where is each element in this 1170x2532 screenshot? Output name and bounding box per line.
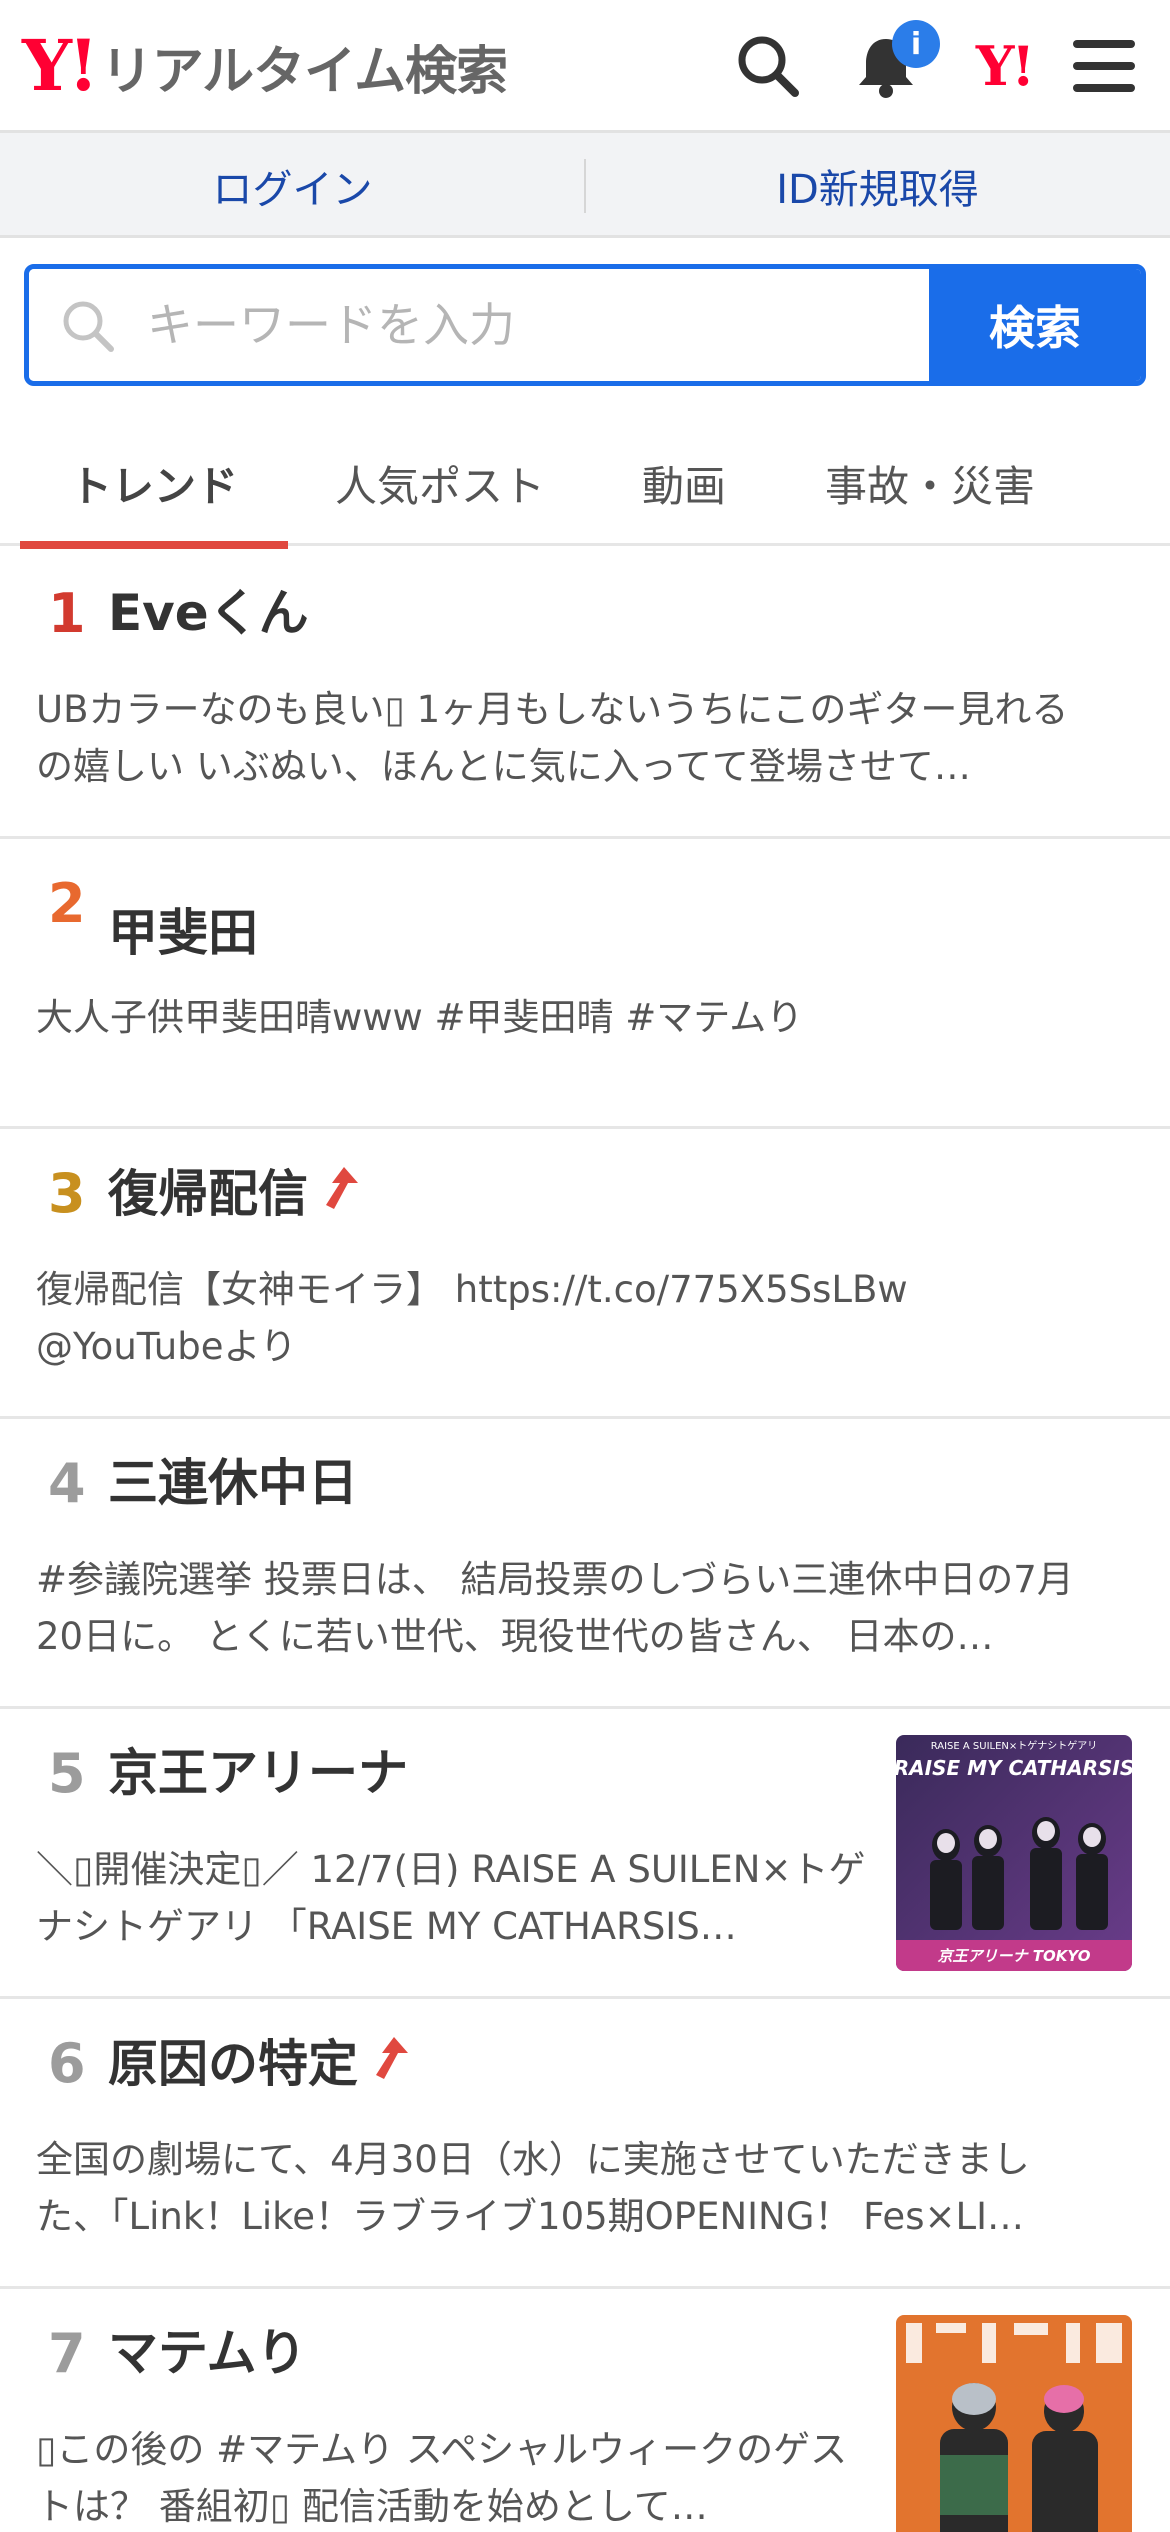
trend-term: 原因の特定 — [108, 2035, 410, 2094]
trend-term-text: 甲斐田 — [108, 904, 258, 962]
trend-term: 三連休中日 — [108, 1454, 358, 1513]
search-form: 検索 — [24, 264, 1146, 386]
trend-item[interactable]: 4 三連休中日 #参議院選挙 投票日は、 結局投票のしづらい三連休中日の7月20… — [0, 1419, 1170, 1709]
trend-description: UBカラーなのも良い▯ 1ヶ月もしないうちにこのギター見れるの嬉しい いぶぬい、… — [36, 688, 1069, 788]
trend-list: 1 Eveくん UBカラーなのも良い▯ 1ヶ月もしないうちにこのギター見れるの嬉… — [0, 549, 1170, 2532]
trend-term-text: 三連休中日 — [108, 1454, 358, 1512]
tab-videos[interactable]: 動画 — [612, 420, 756, 546]
trend-rank: 5 — [48, 1742, 86, 1805]
login-link[interactable]: ログイン — [0, 133, 585, 238]
thumb-caption-bottom: 京王アリーナ TOKYO — [938, 1947, 1091, 1965]
trend-description: 復帰配信【女神モイラ】 https://t.co/775X5SsLBw @You… — [36, 1268, 908, 1368]
trend-term-text: 京王アリーナ — [108, 1744, 408, 1802]
trend-term-text: 復帰配信 — [108, 1164, 308, 1223]
trend-rank: 2 — [48, 872, 86, 935]
rising-arrow-icon — [320, 1165, 360, 1224]
trend-rank: 3 — [48, 1162, 86, 1225]
bell-icon[interactable]: i — [848, 20, 940, 104]
yahoo-logo-mark: Y! — [22, 24, 99, 107]
yahoo-japan-icon[interactable]: Y! — [966, 28, 1042, 104]
trend-term-text: Eveくん — [108, 584, 309, 642]
rising-arrow-icon — [370, 2035, 410, 2094]
search-icon[interactable] — [730, 28, 806, 104]
thumb-title: RAISE MY CATHARSIS — [896, 1756, 1132, 1780]
trend-term: マテムり — [108, 2324, 307, 2383]
tab-trend[interactable]: トレンド — [20, 420, 288, 549]
trend-term-text: マテムり — [108, 2324, 307, 2382]
trend-thumbnail[interactable]: RAISE A SUILEN×トゲナシトゲアリ RAISE MY CATHARS… — [896, 1735, 1132, 1971]
notification-badge: i — [892, 20, 940, 68]
trend-term: 復帰配信 — [108, 1165, 360, 1224]
app-header: Y! リアルタイム検索 i Y! — [0, 0, 1170, 133]
tab-popular-posts[interactable]: 人気ポスト — [318, 420, 562, 546]
search-input[interactable] — [29, 269, 935, 381]
category-tabs: トレンド 人気ポスト 動画 事故・災害 — [0, 420, 1170, 549]
thumb-caption-top: RAISE A SUILEN×トゲナシトゲアリ — [931, 1740, 1098, 1752]
trend-term: 甲斐田 — [108, 904, 258, 963]
yahoo-realtime-logo[interactable]: Y! リアルタイム検索 — [22, 24, 508, 107]
trend-description: 全国の劇場にて、4月30日（水）に実施させていただきました、「Link！Like… — [36, 2138, 1030, 2238]
trend-thumbnail[interactable] — [896, 2315, 1132, 2532]
search-field-icon — [59, 297, 117, 359]
tab-accidents-disasters[interactable]: 事故・災害 — [800, 420, 1060, 546]
trend-item[interactable]: 5 京王アリーナ ＼▯開催決定▯／ 12/7(日) RAISE A SUILEN… — [0, 1709, 1170, 1999]
search-button[interactable]: 検索 — [929, 269, 1141, 381]
trend-description: #参議院選挙 投票日は、 結局投票のしづらい三連休中日の7月20日に。 とくに若… — [36, 1558, 1074, 1658]
trend-description: 大人子供甲斐田晴www #甲斐田晴 #マテムり — [36, 996, 804, 1039]
trend-rank: 1 — [48, 582, 86, 645]
register-id-link[interactable]: ID新規取得 — [585, 133, 1170, 238]
trend-item[interactable]: 1 Eveくん UBカラーなのも良い▯ 1ヶ月もしないうちにこのギター見れるの嬉… — [0, 549, 1170, 839]
trend-item[interactable]: 6 原因の特定 全国の劇場にて、4月30日（水）に実施させていただきました、「L… — [0, 1999, 1170, 2289]
hamburger-menu-icon[interactable] — [1066, 28, 1142, 104]
trend-item[interactable]: 7 マテムり ▯この後の #マテムり スペシャルウィークのゲストは？ 番組初▯ … — [0, 2289, 1170, 2532]
trend-item[interactable]: 2 甲斐田 大人子供甲斐田晴www #甲斐田晴 #マテムり — [0, 839, 1170, 1129]
trend-item[interactable]: 3 復帰配信 復帰配信【女神モイラ】 https://t.co/775X5SsL… — [0, 1129, 1170, 1419]
yahoo-japan-mark: Y! — [975, 34, 1035, 98]
trend-description: ▯この後の #マテムり スペシャルウィークのゲストは？ 番組初▯ 配信活動を始め… — [36, 2428, 848, 2528]
trend-rank: 6 — [48, 2032, 86, 2095]
trend-term: 京王アリーナ — [108, 1744, 408, 1803]
login-bar: ログイン ID新規取得 — [0, 133, 1170, 238]
trend-description: ＼▯開催決定▯／ 12/7(日) RAISE A SUILEN×トゲナシトゲアリ… — [36, 1848, 866, 1948]
trend-term: Eveくん — [108, 584, 309, 643]
logo-text: リアルタイム検索 — [100, 41, 508, 102]
trend-rank: 7 — [48, 2322, 86, 2385]
trend-term-text: 原因の特定 — [108, 2034, 358, 2093]
trend-rank: 4 — [48, 1452, 86, 1515]
